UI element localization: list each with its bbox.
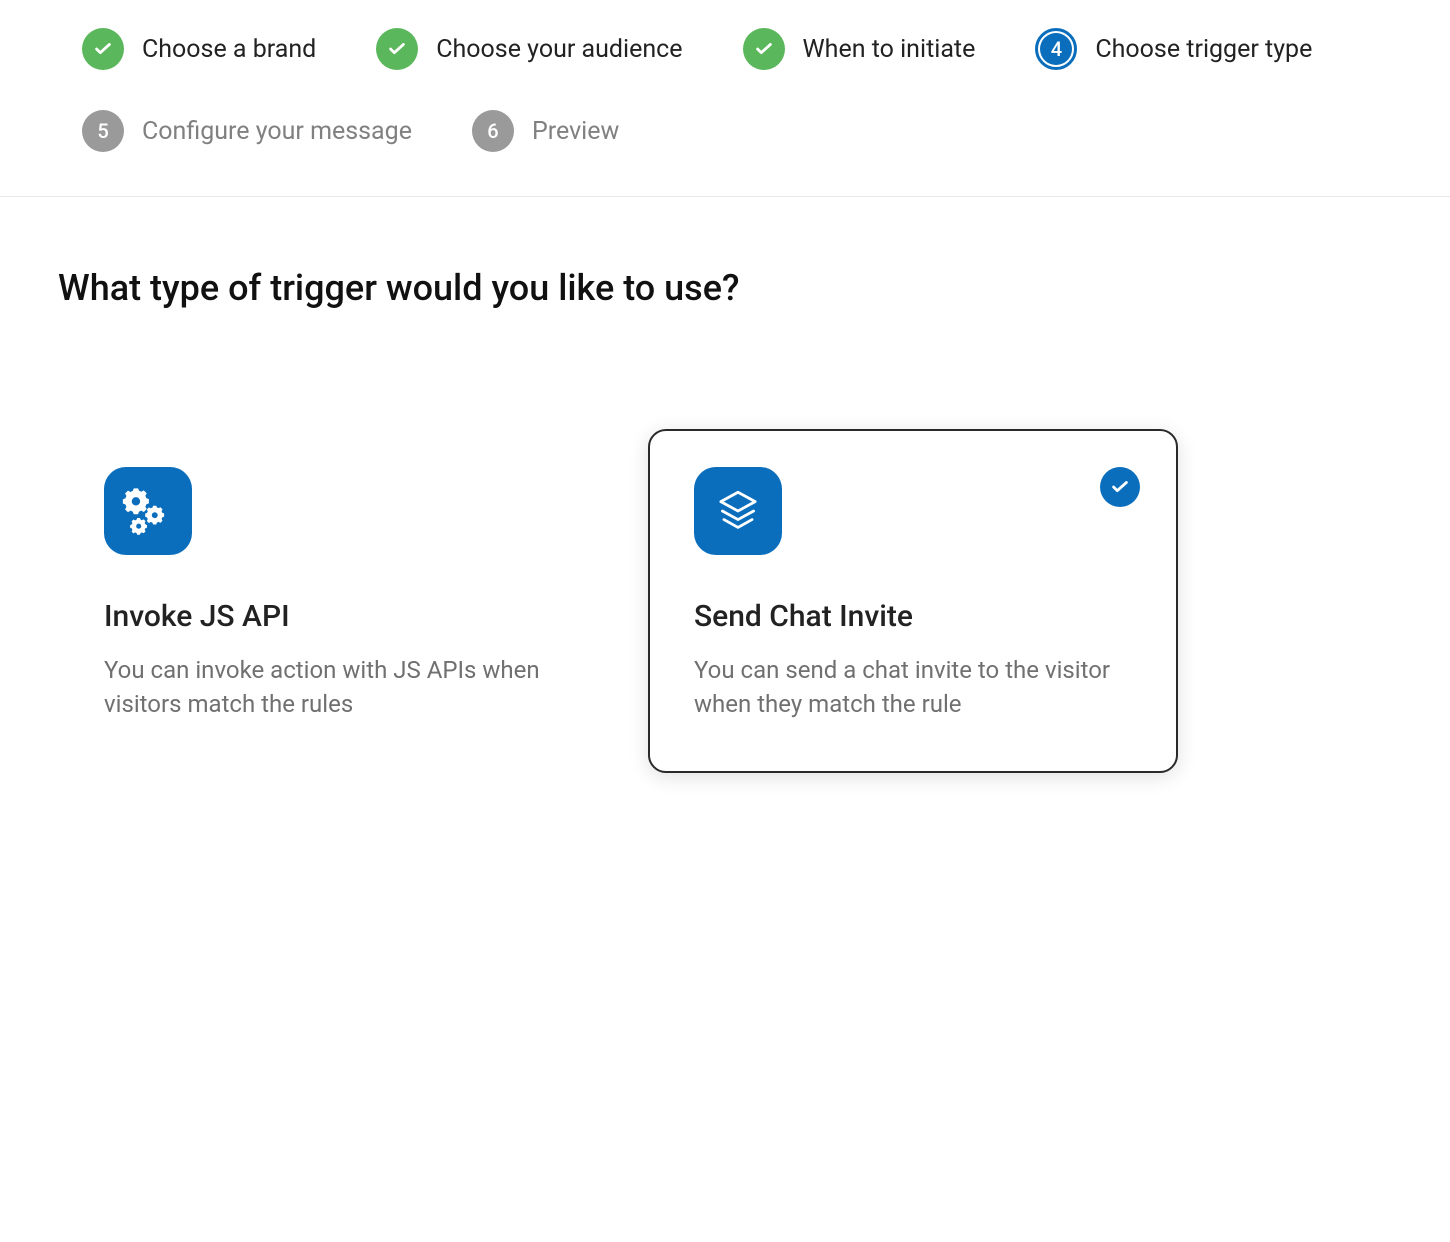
checkmark-icon [82, 28, 124, 70]
trigger-card-grid: Invoke JS API You can invoke action with… [58, 429, 1392, 773]
step-configure-message[interactable]: 5 Configure your message [82, 110, 412, 152]
stepper: Choose a brand Choose your audience When… [0, 0, 1450, 197]
step-preview[interactable]: 6 Preview [472, 110, 619, 152]
trigger-description: You can send a chat invite to the visito… [694, 654, 1132, 721]
step-label: Preview [532, 117, 619, 146]
step-number: 4 [1051, 37, 1062, 61]
gears-icon [104, 467, 192, 555]
step-choose-trigger-type[interactable]: 4 Choose trigger type [1035, 28, 1312, 70]
step-label: Configure your message [142, 117, 412, 146]
page-heading: What type of trigger would you like to u… [58, 267, 1392, 309]
step-number-indicator: 4 [1035, 28, 1077, 70]
step-number-indicator: 6 [472, 110, 514, 152]
trigger-title: Send Chat Invite [694, 599, 1132, 634]
trigger-description: You can invoke action with JS APIs when … [104, 654, 542, 721]
stack-icon [694, 467, 782, 555]
step-when-initiate[interactable]: When to initiate [743, 28, 976, 70]
main-content: What type of trigger would you like to u… [0, 197, 1450, 843]
checkmark-icon [743, 28, 785, 70]
step-number: 6 [487, 119, 498, 143]
selected-check-icon [1100, 467, 1140, 507]
step-label: Choose a brand [142, 35, 316, 64]
step-choose-audience[interactable]: Choose your audience [376, 28, 682, 70]
checkmark-icon [376, 28, 418, 70]
step-label: Choose trigger type [1095, 35, 1312, 64]
trigger-card-invoke-js-api[interactable]: Invoke JS API You can invoke action with… [58, 429, 588, 773]
step-choose-brand[interactable]: Choose a brand [82, 28, 316, 70]
step-number-indicator: 5 [82, 110, 124, 152]
step-label: Choose your audience [436, 35, 682, 64]
step-label: When to initiate [803, 35, 976, 64]
trigger-title: Invoke JS API [104, 599, 542, 634]
trigger-card-send-chat-invite[interactable]: Send Chat Invite You can send a chat inv… [648, 429, 1178, 773]
step-number: 5 [97, 119, 108, 143]
